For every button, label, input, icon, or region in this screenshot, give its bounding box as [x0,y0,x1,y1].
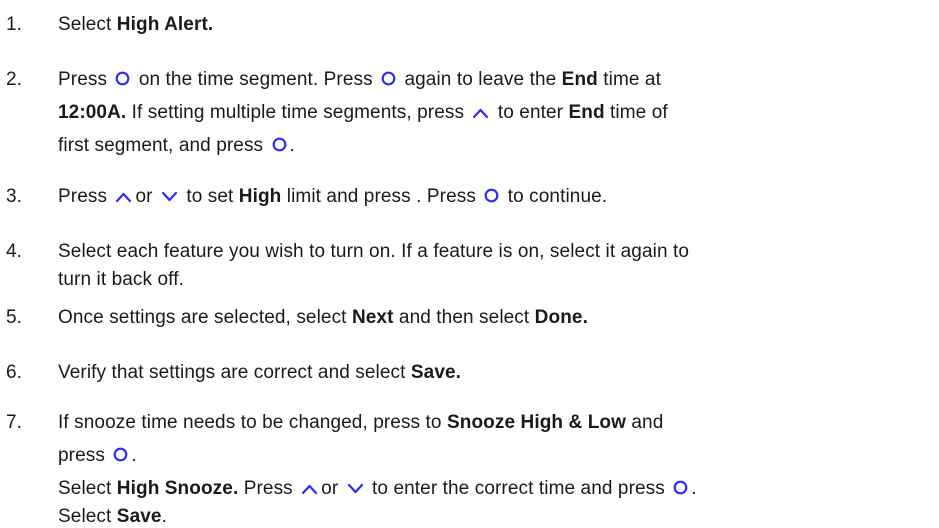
text-line: Once settings are selected, select Next … [58,301,920,334]
text-run: Press [58,69,113,90]
text-run: Select [58,14,117,35]
text-run: If snooze time needs to be changed, pres… [58,412,447,433]
text-line: press . [58,439,920,472]
text-run: on the time segment. Press [133,69,379,90]
text-run: . [131,445,137,466]
text-line: Press on the time segment. Press again t… [58,63,920,96]
step-text: Press on the time segment. Press again t… [58,63,920,162]
select-circle-icon [113,447,128,462]
text-line: first segment, and press . [58,129,920,162]
select-circle-icon [115,71,130,86]
text-run: or [321,478,344,499]
select-circle-icon [484,188,499,203]
text-run: turn it back off. [58,269,184,290]
step-text: Press or to set High limit and press . P… [58,180,920,213]
step-text: Once settings are selected, select Next … [58,301,920,334]
text-run: Verify that settings are correct and sel… [58,362,411,383]
text-line: Select each feature you wish to turn on.… [58,235,920,268]
text-line: turn it back off. [58,268,920,291]
step-text: Verify that settings are correct and sel… [58,356,920,389]
step-text: Select each feature you wish to turn on.… [58,235,920,291]
text-line: Verify that settings are correct and sel… [58,356,920,389]
text-run: to enter the correct time and press [366,478,671,499]
bold-term: High Snooze. [116,478,239,499]
chevron-down-icon [347,483,364,495]
step-text: If snooze time needs to be changed, pres… [58,406,920,528]
text-line: If snooze time needs to be changed, pres… [58,406,920,439]
step-number: 7. [6,412,23,433]
bold-term: High [238,186,282,207]
text-run: . [289,135,295,156]
text-run: time at [597,69,661,90]
chevron-down-icon [161,191,178,203]
chevron-up-icon [115,191,132,203]
bold-term: Next [351,307,394,328]
select-circle-icon [272,137,287,152]
text-line: 12:00A. If setting multiple time segment… [58,96,920,129]
step-number: 3. [6,186,23,207]
text-line: Select Save. [58,505,920,528]
step-number: 1. [6,14,23,35]
step-number: 4. [6,241,23,262]
text-run: to enter [492,102,569,123]
text-run: and then select [393,307,535,328]
text-run: or [135,186,158,207]
bold-term: Done. [534,307,588,328]
text-run: limit and press . Press [281,186,482,207]
chevron-up-icon [301,483,318,495]
text-run: again to leave the [399,69,562,90]
step-number: 2. [6,69,23,90]
text-line: Select High Snooze. Press or to enter th… [58,472,920,505]
bold-term: End [568,102,605,123]
text-line: Press or to set High limit and press . P… [58,180,920,213]
bold-term: End [561,69,598,90]
text-run: to continue. [502,186,608,207]
bold-term: Save [116,506,162,527]
text-line: Select High Alert. [58,8,920,41]
bold-term: High Alert. [116,14,214,35]
text-run: first segment, and press [58,135,269,156]
text-run: Press [58,186,113,207]
text-run: Select [58,478,117,499]
text-run: and [626,412,664,433]
step-number: 6. [6,362,23,383]
text-run: press [58,445,111,466]
text-run: time of [604,102,668,123]
step-text: Select High Alert. [58,8,920,41]
bold-term: Save. [410,362,462,383]
text-run: If setting multiple time segments, press [126,102,470,123]
text-run: Once settings are selected, select [58,307,352,328]
text-run: . [691,478,697,499]
text-run: Select each feature you wish to turn on.… [58,241,690,262]
text-run: . [161,506,167,527]
instruction-document: 1. Select High Alert. 2. Press on the time … [0,0,939,527]
text-run: to set [180,186,239,207]
bold-term: 12:00A. [58,102,127,123]
chevron-up-icon [472,107,489,119]
select-circle-icon [381,71,396,86]
step-number: 5. [6,307,23,328]
select-circle-icon [673,480,688,495]
text-run: Press [238,478,299,499]
bold-term: Snooze High & Low [446,412,626,433]
text-run: Select [58,506,117,527]
